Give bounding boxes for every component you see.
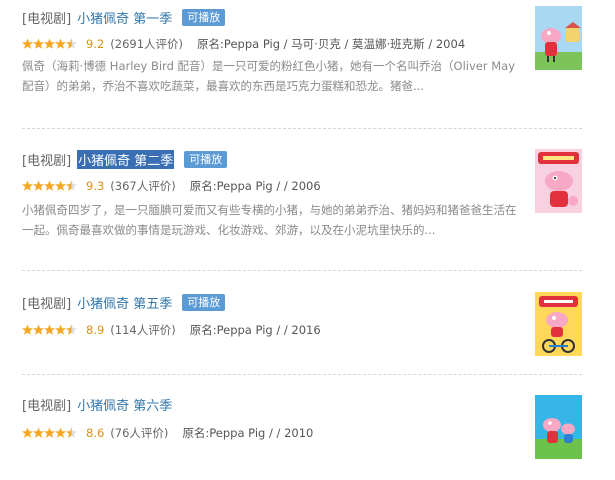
item-meta-row: 9.2 (2691人评价) 原名:Peppa Pig / 马可·贝克 / 莫温娜… xyxy=(22,36,465,52)
poster-image[interactable] xyxy=(535,292,582,356)
title-link[interactable]: 小猪佩奇 第一季 xyxy=(77,8,172,27)
rating-stars-icon xyxy=(22,180,78,192)
poster-image[interactable] xyxy=(535,6,582,70)
rating-stars-icon xyxy=(22,38,78,50)
original-info: 原名:Peppa Pig / 马可·贝克 / 莫温娜·班克斯 / 2004 xyxy=(197,37,466,51)
rating-score: 8.6 xyxy=(86,426,105,440)
category-label: [电视剧] xyxy=(22,11,72,27)
poster-image[interactable] xyxy=(535,149,582,213)
original-info: 原名:Peppa Pig / / 2006 xyxy=(189,179,321,193)
playable-badge[interactable]: 可播放 xyxy=(182,8,226,26)
item-divider xyxy=(22,128,582,129)
rating-stars-icon xyxy=(22,427,78,439)
original-info: 原名:Peppa Pig / / 2010 xyxy=(182,426,314,440)
original-info: 原名:Peppa Pig / / 2016 xyxy=(189,323,321,337)
peppa-poster-icon xyxy=(535,149,582,213)
item-title-row: [电视剧] 小猪佩奇 第二季 可播放 xyxy=(22,148,228,170)
playable-badge[interactable]: 可播放 xyxy=(184,150,228,168)
rating-count: (76人评价) xyxy=(110,426,169,440)
item-meta-row: 9.3 (367人评价) 原名:Peppa Pig / / 2006 xyxy=(22,178,321,194)
item-title-row: [电视剧] 小猪佩奇 第一季 可播放 xyxy=(22,6,226,28)
list-item: [电视剧] 小猪佩奇 第五季 可播放 8.9 (114人评价) 原名:Peppa… xyxy=(0,282,615,375)
rating-score: 9.2 xyxy=(86,37,105,51)
rating-score: 8.9 xyxy=(86,323,105,337)
rating-count: (367人评价) xyxy=(110,179,176,193)
title-link[interactable]: 小猪佩奇 第二季 xyxy=(77,149,175,169)
poster-image[interactable] xyxy=(535,395,582,459)
category-label: [电视剧] xyxy=(22,296,72,312)
item-divider xyxy=(22,374,582,375)
playable-badge[interactable]: 可播放 xyxy=(182,293,226,311)
rating-score: 9.3 xyxy=(86,179,105,193)
list-item: [电视剧] 小猪佩奇 第六季 8.6 (76人评价) 原名:Peppa Pig … xyxy=(0,384,615,480)
result-list: [电视剧] 小猪佩奇 第一季 可播放 9.2 (2691人评价) 原名:Pepp… xyxy=(0,0,615,480)
title-link[interactable]: 小猪佩奇 第六季 xyxy=(77,395,172,414)
item-description: 小猪佩奇四岁了，是一只腼腆可爱而又有些专横的小猪，与她的弟弟乔治、猪妈妈和猪爸爸… xyxy=(22,203,517,237)
peppa-poster-icon xyxy=(535,395,582,459)
rating-count: (114人评价) xyxy=(110,323,176,337)
category-label: [电视剧] xyxy=(22,153,72,169)
item-description: 佩奇（海莉·博德 Harley Bird 配音）是一只可爱的粉红色小猪，她有一个… xyxy=(22,59,516,93)
list-item: [电视剧] 小猪佩奇 第一季 可播放 9.2 (2691人评价) 原名:Pepp… xyxy=(0,0,615,130)
item-title-row: [电视剧] 小猪佩奇 第六季 xyxy=(22,393,172,415)
item-divider xyxy=(22,270,582,271)
item-meta-row: 8.9 (114人评价) 原名:Peppa Pig / / 2016 xyxy=(22,322,321,338)
peppa-poster-icon xyxy=(535,292,582,356)
peppa-poster-icon xyxy=(535,6,582,70)
item-meta-row: 8.6 (76人评价) 原名:Peppa Pig / / 2010 xyxy=(22,425,313,441)
rating-stars-icon xyxy=(22,324,78,336)
category-label: [电视剧] xyxy=(22,398,72,414)
rating-count: (2691人评价) xyxy=(110,37,184,51)
list-item: [电视剧] 小猪佩奇 第二季 可播放 9.3 (367人评价) 原名:Peppa… xyxy=(0,140,615,272)
title-link[interactable]: 小猪佩奇 第五季 xyxy=(77,293,172,312)
item-title-row: [电视剧] 小猪佩奇 第五季 可播放 xyxy=(22,291,226,313)
